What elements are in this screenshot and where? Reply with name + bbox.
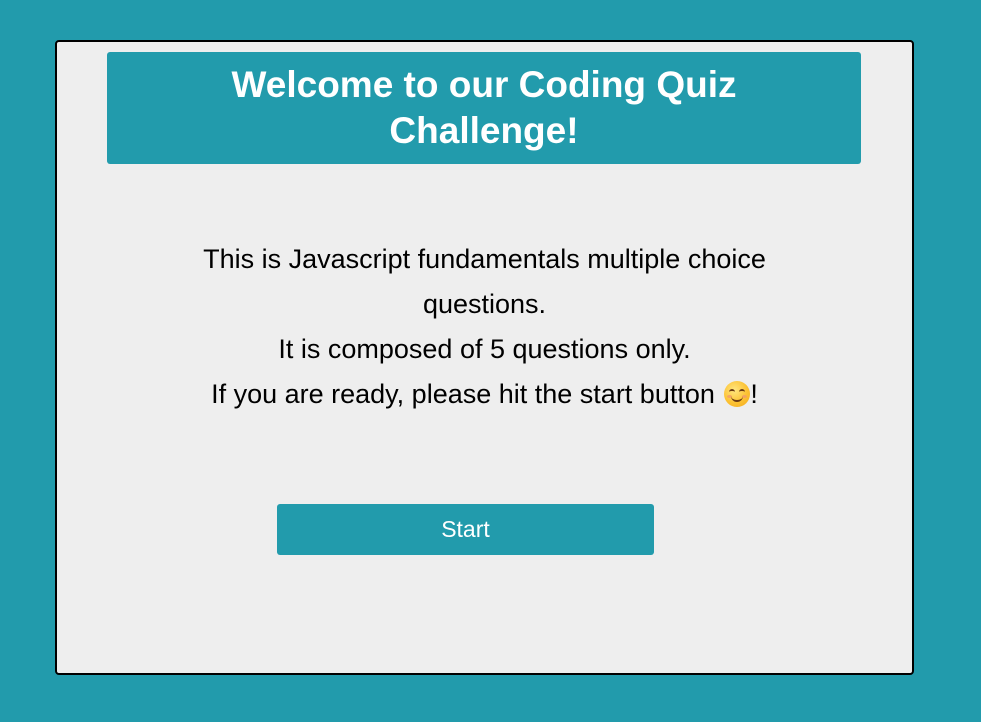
intro-line-question-count: It is composed of 5 questions only. <box>278 334 691 364</box>
page-title: Welcome to our Coding Quiz Challenge! <box>231 64 737 151</box>
intro-text: This is Javascript fundamentals multiple… <box>157 237 812 417</box>
smiling-face-icon <box>724 381 751 407</box>
intro-line-description: This is Javascript fundamentals multiple… <box>203 244 766 319</box>
instruction-suffix: ! <box>750 379 758 409</box>
header-banner: Welcome to our Coding Quiz Challenge! <box>107 52 861 164</box>
intro-line-instruction: If you are ready, please hit the start b… <box>157 372 812 417</box>
start-button[interactable]: Start <box>277 504 654 555</box>
quiz-card: Welcome to our Coding Quiz Challenge! Th… <box>55 40 914 675</box>
instruction-text: If you are ready, please hit the start b… <box>211 379 723 409</box>
page: { "header": { "title": "Welcome to our C… <box>0 0 981 722</box>
